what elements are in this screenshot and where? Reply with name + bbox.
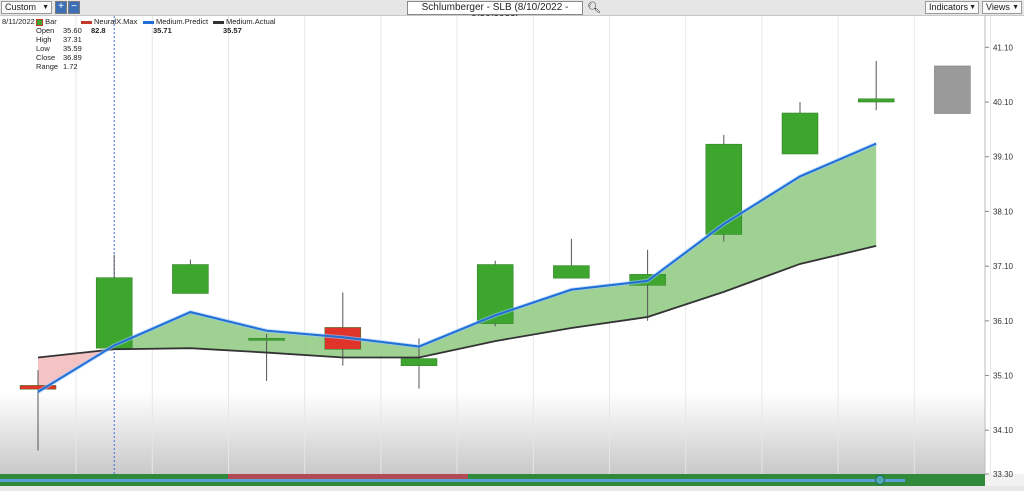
bar-label: Bar <box>45 17 57 26</box>
low-value: 35.59 <box>63 44 82 53</box>
layout-select[interactable]: Custom ▼ <box>1 1 52 14</box>
indicators-label: Indicators <box>929 2 969 12</box>
candle-body <box>95 277 133 349</box>
legend-value: 35.57 <box>223 26 242 35</box>
views-label: Views <box>986 2 1010 12</box>
y-tick-label: 38.10 <box>993 207 1014 216</box>
bar-icon <box>36 18 43 26</box>
actual-swatch-icon <box>213 20 224 24</box>
close-value: 36.89 <box>63 53 82 62</box>
high-label: High <box>36 35 52 44</box>
open-label: Open <box>36 26 55 35</box>
y-tick-label: 33.30 <box>993 470 1014 479</box>
legend-neuralx-max[interactable]: NeuralX.Max 82.8 <box>81 17 137 35</box>
bar-date: 8/11/2022 <box>2 17 35 26</box>
scroller-handle-icon <box>875 475 885 485</box>
y-tick-label: 41.10 <box>993 43 1014 52</box>
candle-body <box>934 65 971 114</box>
symbol-title-field[interactable]: Schlumberger - SLB (8/10/2022 - 8/26/202… <box>407 1 583 25</box>
legend-name: Medium.Actual <box>226 17 276 26</box>
y-tick-label: 36.10 <box>993 317 1014 326</box>
scroller-bar <box>0 479 905 482</box>
remove-button[interactable]: − <box>68 1 80 14</box>
toolbar: Custom ▼ + − Schlumberger - SLB (8/10/20… <box>0 0 1024 25</box>
open-value: 35.60 <box>63 26 82 35</box>
y-tick-label: 34.10 <box>993 426 1014 435</box>
candle <box>934 65 971 114</box>
x-axis-band <box>0 486 1024 491</box>
y-tick-label: 39.10 <box>993 153 1014 162</box>
close-label: Close <box>36 53 56 62</box>
legend-medium-predict[interactable]: Medium.Predict 35.71 <box>143 17 208 35</box>
candle-body <box>705 143 743 235</box>
candle-body <box>553 265 590 279</box>
scroller-region-red <box>228 474 468 479</box>
legend-value: 35.71 <box>153 26 172 35</box>
candle-body <box>857 98 895 103</box>
layout-select-value: Custom <box>5 2 37 12</box>
chevron-down-icon: ▼ <box>42 4 49 11</box>
predict-swatch-icon <box>143 20 154 24</box>
y-tick-label: 37.10 <box>993 262 1014 271</box>
ohlc-panel: 8/11/2022 Bar Open 35.60 High 37.31 Low 35.… <box>2 17 82 71</box>
candle-body <box>248 338 285 341</box>
chevron-down-icon: ▼ <box>969 4 976 11</box>
chevron-down-icon: ▼ <box>1012 4 1019 11</box>
indicators-dropdown[interactable]: Indicators ▼ <box>925 1 979 14</box>
y-tick-label: 35.10 <box>993 372 1014 381</box>
price-chart[interactable]: 41.10 40.10 39.10 38.10 37.10 36.10 35.10 34.10… <box>0 16 1024 491</box>
legend-name: NeuralX.Max <box>94 17 138 26</box>
y-tick-label: 40.10 <box>993 98 1014 107</box>
candle-body <box>781 112 819 155</box>
legend-value: 82.8 <box>91 26 106 35</box>
candle-body <box>400 358 438 366</box>
range-label: Range <box>36 62 59 71</box>
legend-medium-actual[interactable]: Medium.Actual 35.57 <box>213 17 276 35</box>
range-value: 1.72 <box>63 62 78 71</box>
views-dropdown[interactable]: Views ▼ <box>982 1 1022 14</box>
candle-body <box>172 264 209 294</box>
low-label: Low <box>36 44 50 53</box>
add-button[interactable]: + <box>55 1 67 14</box>
neuralx-swatch-icon <box>81 20 92 24</box>
legend-name: Medium.Predict <box>156 17 209 26</box>
high-value: 37.31 <box>63 35 82 44</box>
search-icon[interactable]: 🔍︎ <box>587 1 601 14</box>
candle <box>172 259 209 294</box>
